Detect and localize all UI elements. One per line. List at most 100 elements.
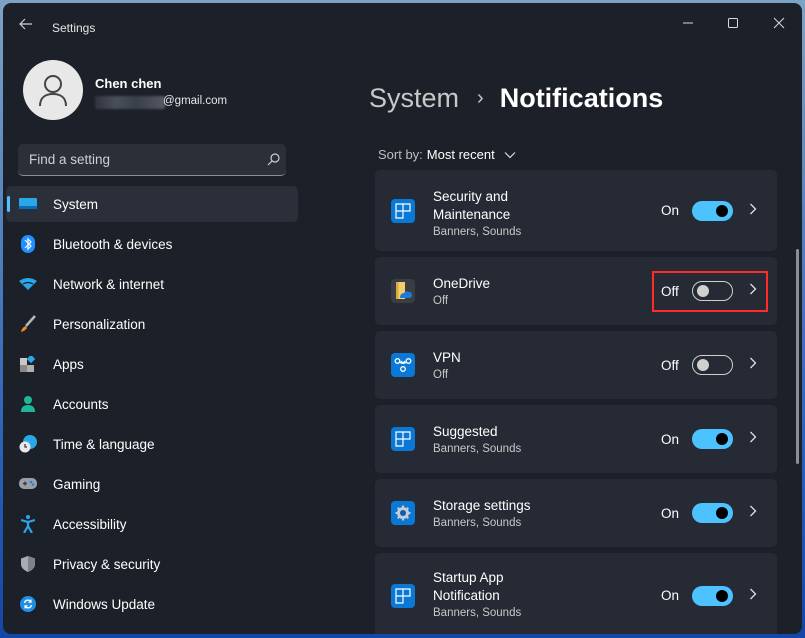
search-input[interactable] [18,152,260,167]
sidebar-item-gaming[interactable]: Gaming [6,466,298,502]
user-name: Chen chen [95,76,162,91]
sidebar-item-time-language[interactable]: Time & language [6,426,298,462]
sidebar-item-accessibility[interactable]: Accessibility [6,506,298,542]
notification-row-security-maintenance[interactable]: Security and Maintenance Banners, Sounds… [375,170,777,251]
toggle-state-label: On [661,203,680,218]
sort-value: Most recent [426,147,495,162]
suggested-icon [391,427,415,451]
user-email: @gmail.com [163,95,228,107]
sidebar-item-label: Personalization [53,316,146,332]
storage-gear-icon [391,501,415,525]
update-icon [18,594,38,614]
notification-toggle[interactable] [692,200,733,221]
back-button[interactable] [15,15,37,37]
sort-label: Sort by: [378,147,423,162]
notification-title: OneDrive [433,276,491,291]
maximize-button[interactable] [713,9,753,37]
search-icon[interactable] [260,153,286,166]
notification-toggle[interactable] [692,281,733,301]
notification-subtitle: Banners, Sounds [433,226,522,238]
chevron-right-icon[interactable] [749,202,757,220]
toggle-state-label: On [661,588,680,603]
sidebar-item-system[interactable]: System [6,186,298,222]
notification-title: Suggested [433,424,498,439]
paintbrush-icon [18,314,38,334]
notification-text: Storage settings Banners, Sounds [433,497,531,531]
onedrive-icon [391,279,415,303]
avatar[interactable] [23,60,83,120]
notification-title: VPN [433,350,461,365]
sidebar-item-apps[interactable]: Apps [6,346,298,382]
notification-text: Startup App Notification Banners, Sounds [433,569,521,621]
chevron-right-icon[interactable] [749,587,757,605]
toggle-state-label: On [661,505,680,521]
sidebar-item-label: Accounts [53,396,109,412]
chevron-right-icon: › [477,87,484,109]
apps-icon [18,354,38,374]
chevron-right-icon[interactable] [749,430,757,448]
vpn-icon [391,353,415,377]
notification-title: Security and [433,189,509,204]
startup-app-icon [391,583,415,608]
notification-list: Security and Maintenance Banners, Sounds… [375,170,777,634]
accessibility-icon [18,514,38,534]
toggle-knob [716,204,728,217]
minimize-button[interactable] [668,9,708,37]
sidebar-item-bluetooth[interactable]: Bluetooth & devices [6,226,298,262]
close-icon [773,17,785,29]
notification-toggle[interactable] [692,355,733,375]
sidebar-item-personalization[interactable]: Personalization [6,306,298,342]
notification-row-startup-app[interactable]: Startup App Notification Banners, Sounds… [375,553,777,634]
chevron-right-icon[interactable] [749,504,757,522]
minimize-icon [683,22,693,24]
toggle-knob [716,589,728,602]
notification-subtitle: Off [433,369,449,381]
sidebar-item-label: Network & internet [53,276,165,292]
sort-dropdown[interactable]: Sort by: Most recent [378,147,516,162]
chevron-down-icon [504,147,516,162]
toggle-state-label: Off [661,357,679,373]
sidebar-item-windows-update[interactable]: Windows Update [6,586,298,622]
monitor-icon [18,194,38,214]
notification-toggle[interactable] [692,585,733,606]
breadcrumb: System › Notifications [369,83,663,114]
sidebar-item-label: Bluetooth & devices [53,236,173,252]
wifi-icon [18,274,38,294]
sidebar-item-accounts[interactable]: Accounts [6,386,298,422]
chevron-right-icon[interactable] [749,282,757,300]
toggle-state-label: On [661,431,680,447]
notification-row-vpn[interactable]: VPN Off Off [375,331,777,399]
notification-text: OneDrive Off [433,275,490,309]
toggle-knob [697,285,709,297]
notification-row-onedrive[interactable]: OneDrive Off Off [375,257,777,325]
title-bar: Settings [3,3,802,47]
settings-window: Settings Chen chen @gmail.com Find a set… [3,3,802,634]
search-box[interactable] [18,144,286,176]
person-icon [18,394,38,414]
notification-subtitle: Banners, Sounds [433,443,522,455]
notification-title-line2: Maintenance [433,207,511,222]
sidebar-item-privacy-security[interactable]: Privacy & security [6,546,298,582]
gamepad-icon [18,474,38,494]
sidebar-item-label: Time & language [53,436,155,452]
notification-text: Security and Maintenance Banners, Sounds [433,188,521,240]
sidebar-item-label: Windows Update [53,596,156,612]
sidebar-item-label: Privacy & security [53,556,161,572]
page-title: Notifications [499,83,664,113]
notification-subtitle: Off [433,295,449,307]
clock-globe-icon [18,434,38,454]
notification-row-suggested[interactable]: Suggested Banners, Sounds On [375,405,777,473]
scrollbar[interactable] [796,249,799,464]
app-title: Settings [52,21,96,35]
notification-toggle[interactable] [692,429,733,449]
notification-toggle[interactable] [692,503,733,523]
toggle-knob [716,433,728,445]
chevron-right-icon[interactable] [749,356,757,374]
sidebar-item-label: Apps [53,356,84,372]
close-button[interactable] [759,9,799,37]
sidebar-item-network[interactable]: Network & internet [6,266,298,302]
bluetooth-icon [18,234,38,254]
breadcrumb-parent[interactable]: System [369,83,459,114]
notification-subtitle: Banners, Sounds [433,607,522,619]
notification-row-storage-settings[interactable]: Storage settings Banners, Sounds On [375,479,777,547]
